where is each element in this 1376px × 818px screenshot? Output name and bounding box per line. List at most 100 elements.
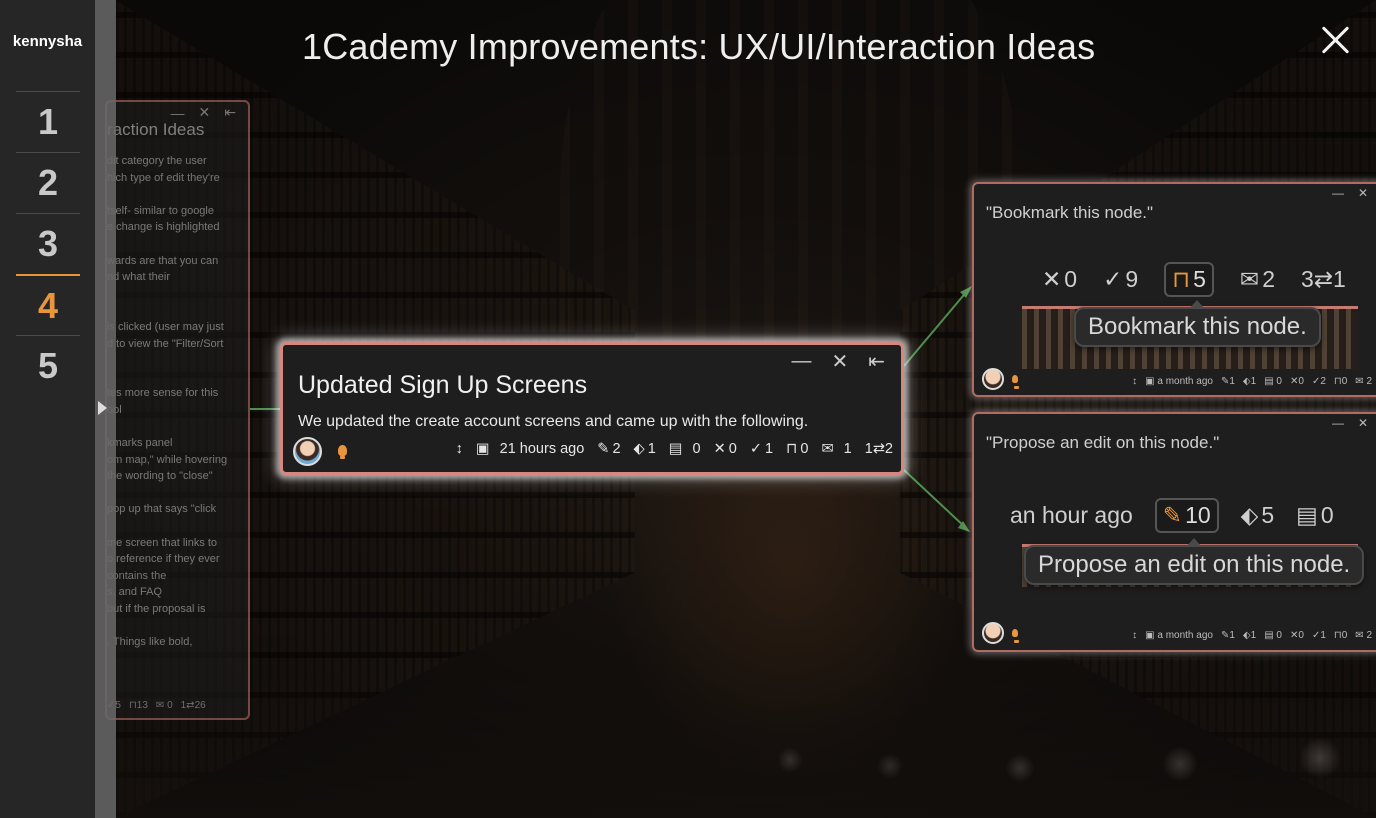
collapse-left-icon[interactable]: ⇤ xyxy=(224,104,236,121)
faded-node-line: kmarks panel xyxy=(107,437,173,450)
links-button[interactable]: 3⇄1 xyxy=(1301,266,1346,293)
avatar[interactable] xyxy=(293,437,322,466)
faded-node-line: o reference if they ever xyxy=(107,553,220,566)
faded-node-line xyxy=(107,419,247,436)
mail-icon: ✉ xyxy=(1355,376,1364,387)
msg-count: ✉ 2 xyxy=(1355,630,1372,641)
tags-count: ⬖1 xyxy=(1242,376,1257,387)
close-icon[interactable]: ✕ xyxy=(831,349,848,374)
step-list: 1 2 3 4 5 xyxy=(16,91,80,396)
node-quote: "Bookmark this node." xyxy=(986,203,1154,222)
faded-node-line: but if the proposal is xyxy=(107,603,206,616)
minimize-icon[interactable]: — xyxy=(1332,186,1344,200)
faded-node-line: is clicked (user may just xyxy=(107,320,224,333)
resize-icon: ↕ xyxy=(1132,376,1138,387)
mail-icon: ✉ xyxy=(1355,630,1364,641)
steps-sidebar: kennysha 1 2 3 4 5 xyxy=(0,0,95,818)
downvote-button[interactable]: ✕ 0 xyxy=(714,441,737,457)
faded-node-line: wards are that you can xyxy=(107,254,219,267)
upvote-button[interactable]: ✓ 9 xyxy=(1103,266,1138,293)
main-node-controls: — ✕ ⇤ xyxy=(791,349,885,374)
faded-node-title: raction Ideas xyxy=(107,120,205,139)
messages-button[interactable]: ✉ 1 xyxy=(821,441,851,457)
node-footer: ↕ ▣ 21 hours ago ✎ 2 ⬖ 1 ▤ 0 ✕ 0 ✓ 1 ⊓ 0 ✉ 1 … xyxy=(291,437,893,467)
close-icon[interactable] xyxy=(1318,22,1354,58)
mail-follow-icon: ✉ xyxy=(1239,266,1260,292)
propose-node-controls: — ✕ xyxy=(1332,416,1368,430)
up-count: ✓2 xyxy=(1311,376,1326,387)
close-icon[interactable]: ✕ xyxy=(1358,186,1368,200)
step-5[interactable]: 5 xyxy=(16,335,80,396)
references-button[interactable]: ▤ 0 xyxy=(669,441,701,457)
refs-count: ▤ 0 xyxy=(1264,630,1282,641)
calendar-icon: ▣ xyxy=(475,441,490,457)
tag-icon: ⬖ xyxy=(633,441,645,457)
step-3[interactable]: 3 xyxy=(16,213,80,274)
calendar-icon: ▣ xyxy=(1145,376,1155,387)
followers-button[interactable]: ✉ 2 xyxy=(1240,266,1275,293)
links-button[interactable]: 1⇄2 xyxy=(865,441,893,457)
bookmark-button[interactable]: ⊓ 0 xyxy=(786,441,808,457)
minimize-icon[interactable]: — xyxy=(1332,416,1344,430)
book-icon: ▤ xyxy=(1264,376,1274,387)
expand-arrow-icon[interactable] xyxy=(98,401,107,415)
faded-node-line: om map," while hovering xyxy=(107,453,228,466)
faded-node-line: s, and FAQ xyxy=(107,586,163,599)
propose-node-stats: an hour ago ✎ 10 ⬖ 5 ▤ 0 xyxy=(1010,498,1334,533)
timestamp: an hour ago xyxy=(1010,502,1133,528)
tags-button[interactable]: ⬖ 1 xyxy=(634,441,656,457)
mail-icon: ✉ xyxy=(821,441,834,457)
faded-node-content: dit category the user hich type of edit t… xyxy=(107,153,247,651)
resize-icon[interactable]: ↕ xyxy=(456,441,463,457)
msg-count: ✉ 2 xyxy=(1355,376,1372,387)
upvote-button[interactable]: ✓ 1 xyxy=(750,441,773,457)
faded-bookmarks: ⊓13 xyxy=(128,700,148,711)
minimize-icon[interactable]: — xyxy=(171,105,185,121)
node-bookmark-this-node[interactable]: — ✕ "Bookmark this node." ✕ 0 ✓ 9 ⊓ 5 ✉ 2 3⇄… xyxy=(972,182,1376,397)
close-icon[interactable]: ✕ xyxy=(199,104,211,121)
faded-node-footer: ✓5 ⊓13 ✉ 0 1⇄26 xyxy=(107,700,206,711)
bookmark-button[interactable]: ⊓ 5 xyxy=(1164,262,1214,297)
step-2[interactable]: 2 xyxy=(16,152,80,213)
node-propose-an-edit[interactable]: — ✕ "Propose an edit on this node." an h… xyxy=(972,412,1376,652)
edits-button[interactable]: ✎ 2 xyxy=(597,441,620,457)
edits-button[interactable]: ✎ 10 xyxy=(1154,498,1219,533)
edits-count: ✎1 xyxy=(1220,630,1235,641)
node-stats: ↕ ▣ 21 hours ago ✎ 2 ⬖ 1 ▤ 0 ✕ 0 ✓ 1 ⊓ 0 ✉ 1 … xyxy=(456,441,893,457)
bookmark-node-footer: ↕ ▣ a month ago ✎1 ⬖1 ▤ 0 ✕0 ✓2 ⊓0 ✉ 2 xyxy=(974,376,1372,387)
pencil-icon: ✎ xyxy=(1162,502,1183,528)
lightbulb-icon xyxy=(338,445,347,459)
collapse-left-icon[interactable]: ⇤ xyxy=(868,349,885,374)
bookmark-node-controls: — ✕ xyxy=(1332,186,1368,200)
faded-links: 1⇄26 xyxy=(180,700,206,711)
bookmark-icon: ⊓ xyxy=(1172,266,1191,292)
tags-button[interactable]: ⬖ 5 xyxy=(1241,502,1275,529)
book-icon: ▤ xyxy=(1296,502,1318,528)
faded-node-line xyxy=(107,286,247,303)
faded-node-line: hich type of edit they're xyxy=(107,171,220,184)
node-content: We updated the create account screens an… xyxy=(298,413,809,430)
refs-count: ▤ 0 xyxy=(1264,376,1282,387)
references-button[interactable]: ▤ 0 xyxy=(1296,502,1334,529)
up-count: ✓1 xyxy=(1311,630,1326,641)
down-count: ✕0 xyxy=(1289,376,1304,387)
node-updated-sign-up-screens[interactable]: — ✕ ⇤ Updated Sign Up Screens We updated… xyxy=(280,342,904,475)
step-1[interactable]: 1 xyxy=(16,91,80,152)
x-icon: ✕ xyxy=(713,441,726,457)
edits-count: ✎1 xyxy=(1220,376,1235,387)
x-icon: ✕ xyxy=(1042,266,1062,292)
faded-node-line xyxy=(107,369,247,386)
faded-node-line xyxy=(107,518,247,535)
step-4[interactable]: 4 xyxy=(16,274,80,335)
close-icon[interactable]: ✕ xyxy=(1358,416,1368,430)
node-faded-ideas[interactable]: — ✕ ⇤ raction Ideas dit category the use… xyxy=(105,100,250,720)
downvote-button[interactable]: ✕ 0 xyxy=(1042,266,1077,293)
bm-count: ⊓0 xyxy=(1333,376,1348,387)
book-icon: ▤ xyxy=(1264,630,1274,641)
propose-node-footer: ↕ ▣ a month ago ✎1 ⬖1 ▤ 0 ✕0 ✓1 ⊓0 ✉ 2 xyxy=(974,630,1372,641)
bm-count: ⊓0 xyxy=(1333,630,1348,641)
check-icon: ✓ xyxy=(749,441,762,457)
faded-node-line: pop up that says "click xyxy=(107,503,217,516)
minimize-icon[interactable]: — xyxy=(791,350,811,373)
faded-node-controls: — ✕ ⇤ xyxy=(171,104,236,121)
